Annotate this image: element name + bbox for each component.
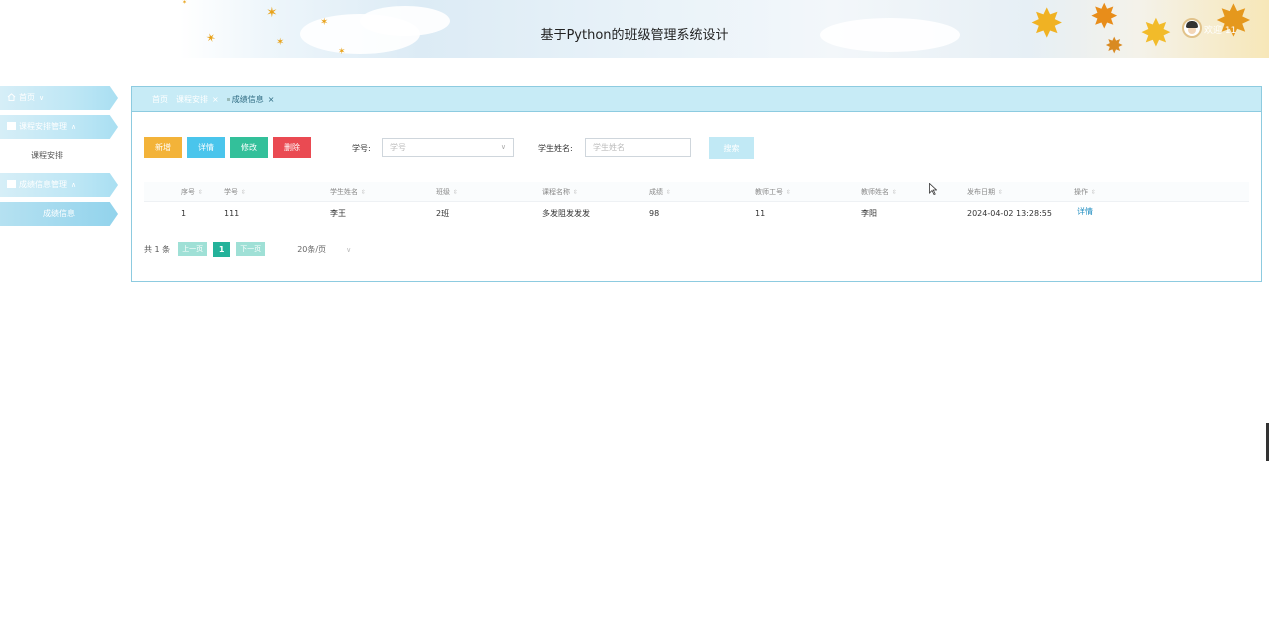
column-header-label: 教师姓名 bbox=[861, 188, 889, 196]
student-name-input[interactable]: 学生姓名 bbox=[585, 138, 691, 157]
tab-home[interactable]: 首页 bbox=[152, 94, 168, 105]
sidebar-item-label: 成绩信息管理 bbox=[19, 180, 67, 189]
column-header-label: 学号 bbox=[224, 188, 238, 196]
student-id-select[interactable]: 学号 ∨ bbox=[382, 138, 514, 157]
pagination-total: 共 1 条 bbox=[144, 244, 171, 254]
folder-icon bbox=[7, 122, 16, 130]
sidebar-item-course-schedule-mgmt[interactable]: 课程安排管理 ∧ bbox=[0, 115, 118, 139]
edit-button[interactable]: 修改 bbox=[230, 137, 268, 158]
avatar-hair bbox=[1186, 21, 1198, 28]
column-header-label: 成绩 bbox=[649, 188, 663, 196]
maple-leaf-icon: ✶ bbox=[338, 47, 346, 57]
student-id-label: 学号: bbox=[352, 144, 371, 153]
dot-icon bbox=[226, 97, 230, 101]
table-header: 序号 ⇳ 学号 ⇳ 学生姓名 ⇳ 班级 ⇳ 课程名称 ⇳ 成绩 ⇳ 教师工号 ⇳ 教师姓名 ⇳ … bbox=[144, 182, 1249, 202]
column-header-label: 课程名称 bbox=[542, 188, 570, 196]
welcome-text[interactable]: 欢迎 11 bbox=[1204, 23, 1236, 36]
student-name-label: 学生姓名: bbox=[538, 144, 573, 153]
column-header-class[interactable]: 班级 ⇳ bbox=[436, 182, 458, 203]
grades-table: 序号 ⇳ 学号 ⇳ 学生姓名 ⇳ 班级 ⇳ 课程名称 ⇳ 成绩 ⇳ 教师工号 ⇳ 教师姓名 ⇳ … bbox=[144, 182, 1249, 225]
cell-class: 2班 bbox=[436, 209, 450, 218]
close-icon[interactable]: × bbox=[212, 95, 219, 104]
chevron-up-icon: ∧ bbox=[71, 181, 77, 189]
column-header-label: 发布日期 bbox=[967, 188, 995, 196]
sidebar-item-label: 首页 bbox=[19, 93, 35, 102]
column-header-label: 教师工号 bbox=[755, 188, 783, 196]
student-id-placeholder: 学号 bbox=[390, 143, 406, 152]
site-title: 基于Python的班级管理系统设计 bbox=[540, 28, 729, 43]
column-header-date[interactable]: 发布日期 ⇳ bbox=[967, 182, 1003, 203]
sort-icon: ⇳ bbox=[998, 189, 1004, 196]
header-banner: ✶ ✶ ✶ ✶ ✶ ✶ ✸ ✸ ✸ ✸ ✸ 基于Python的班级管理系统设计 … bbox=[0, 0, 1269, 62]
sort-icon: ⇳ bbox=[786, 189, 792, 196]
sort-icon: ⇳ bbox=[1091, 189, 1097, 196]
column-header-score[interactable]: 成绩 ⇳ bbox=[649, 182, 671, 203]
sidebar-subitem-grade-info[interactable]: 成绩信息 bbox=[0, 202, 118, 226]
sort-icon: ⇳ bbox=[573, 189, 579, 196]
column-header-teacher-name[interactable]: 教师姓名 ⇳ bbox=[861, 182, 897, 203]
sort-icon: ⇳ bbox=[198, 189, 204, 196]
cell-student-id: 111 bbox=[224, 209, 240, 218]
column-header-label: 学生姓名 bbox=[330, 188, 358, 196]
column-header-label: 操作 bbox=[1074, 188, 1088, 196]
pagination: 共 1 条 上一页 1 下一页 20条/页 ∨ bbox=[144, 241, 351, 257]
detail-button[interactable]: 详情 bbox=[187, 137, 225, 158]
column-header-label: 序号 bbox=[181, 188, 195, 196]
page-size-select[interactable]: 20条/页 ∨ bbox=[297, 244, 351, 255]
cell-teacher-name: 李阳 bbox=[861, 209, 877, 218]
maple-leaf-icon: ✶ bbox=[182, 0, 188, 6]
column-header-student-id[interactable]: 学号 ⇳ bbox=[224, 182, 246, 203]
column-header-label: 班级 bbox=[436, 188, 450, 196]
maple-leaf-icon: ✶ bbox=[266, 5, 278, 21]
cell-score: 98 bbox=[649, 209, 660, 218]
tab-grade-info[interactable]: 成绩信息 × bbox=[226, 94, 275, 105]
home-icon bbox=[7, 93, 16, 101]
sidebar: 首页 ∨ 课程安排管理 ∧ 课程安排 成绩信息管理 ∧ 成绩信息 bbox=[0, 86, 122, 231]
column-header-teacher-id[interactable]: 教师工号 ⇳ bbox=[755, 182, 791, 203]
cell-teacher-id: 11 bbox=[755, 209, 766, 218]
cell-course: 多发阻发发发 bbox=[542, 209, 590, 218]
add-button[interactable]: 新增 bbox=[144, 137, 182, 158]
next-page-button[interactable]: 下一页 bbox=[236, 242, 266, 256]
close-icon[interactable]: × bbox=[268, 95, 275, 104]
tab-label: 课程安排 bbox=[176, 94, 208, 104]
chevron-down-icon: ∨ bbox=[346, 245, 352, 254]
sort-icon: ⇳ bbox=[453, 189, 459, 196]
chevron-down-icon: ∨ bbox=[39, 94, 45, 102]
sidebar-item-label: 课程安排管理 bbox=[19, 122, 67, 131]
column-header-student-name[interactable]: 学生姓名 ⇳ bbox=[330, 182, 366, 203]
sort-icon: ⇳ bbox=[241, 189, 247, 196]
page-size-label: 20条/页 bbox=[297, 244, 327, 254]
row-detail-link[interactable]: 详情 bbox=[1077, 200, 1093, 223]
sort-icon: ⇳ bbox=[892, 189, 898, 196]
chevron-down-icon: ∨ bbox=[500, 143, 506, 151]
mouse-cursor-icon bbox=[929, 183, 937, 195]
column-header-course[interactable]: 课程名称 ⇳ bbox=[542, 182, 578, 203]
prev-page-button[interactable]: 上一页 bbox=[178, 242, 208, 256]
tab-label: 成绩信息 bbox=[231, 94, 264, 104]
sort-icon: ⇳ bbox=[666, 189, 672, 196]
sidebar-subitem-course-schedule[interactable]: 课程安排 bbox=[0, 144, 122, 168]
folder-icon bbox=[7, 180, 16, 188]
cell-date: 2024-04-02 13:28:55 bbox=[967, 209, 1052, 218]
cell-index: 1 bbox=[181, 209, 187, 218]
tab-label: 首页 bbox=[152, 94, 168, 104]
sidebar-item-home[interactable]: 首页 ∨ bbox=[0, 86, 118, 110]
tabs-bar: 首页 课程安排 × 成绩信息 × bbox=[131, 86, 1262, 112]
user-avatar[interactable] bbox=[1182, 18, 1202, 38]
page-number-button[interactable]: 1 bbox=[213, 241, 231, 257]
search-button[interactable]: 搜索 bbox=[709, 137, 754, 159]
sort-icon: ⇳ bbox=[361, 189, 367, 196]
table-row[interactable]: 1 111 李王 2班 多发阻发发发 98 11 李阳 2024-04-02 1… bbox=[144, 202, 1249, 225]
cell-student-name: 李王 bbox=[330, 209, 346, 218]
tab-course-schedule[interactable]: 课程安排 × bbox=[176, 94, 219, 105]
delete-button[interactable]: 删除 bbox=[273, 137, 311, 158]
chevron-up-icon: ∧ bbox=[71, 123, 77, 131]
sidebar-item-grade-info-mgmt[interactable]: 成绩信息管理 ∧ bbox=[0, 173, 118, 197]
column-header-index[interactable]: 序号 ⇳ bbox=[181, 182, 203, 203]
main-panel: 新增 详情 修改 删除 学号: 学号 ∨ 学生姓名: 学生姓名 搜索 序号 ⇳ 学… bbox=[131, 112, 1262, 282]
